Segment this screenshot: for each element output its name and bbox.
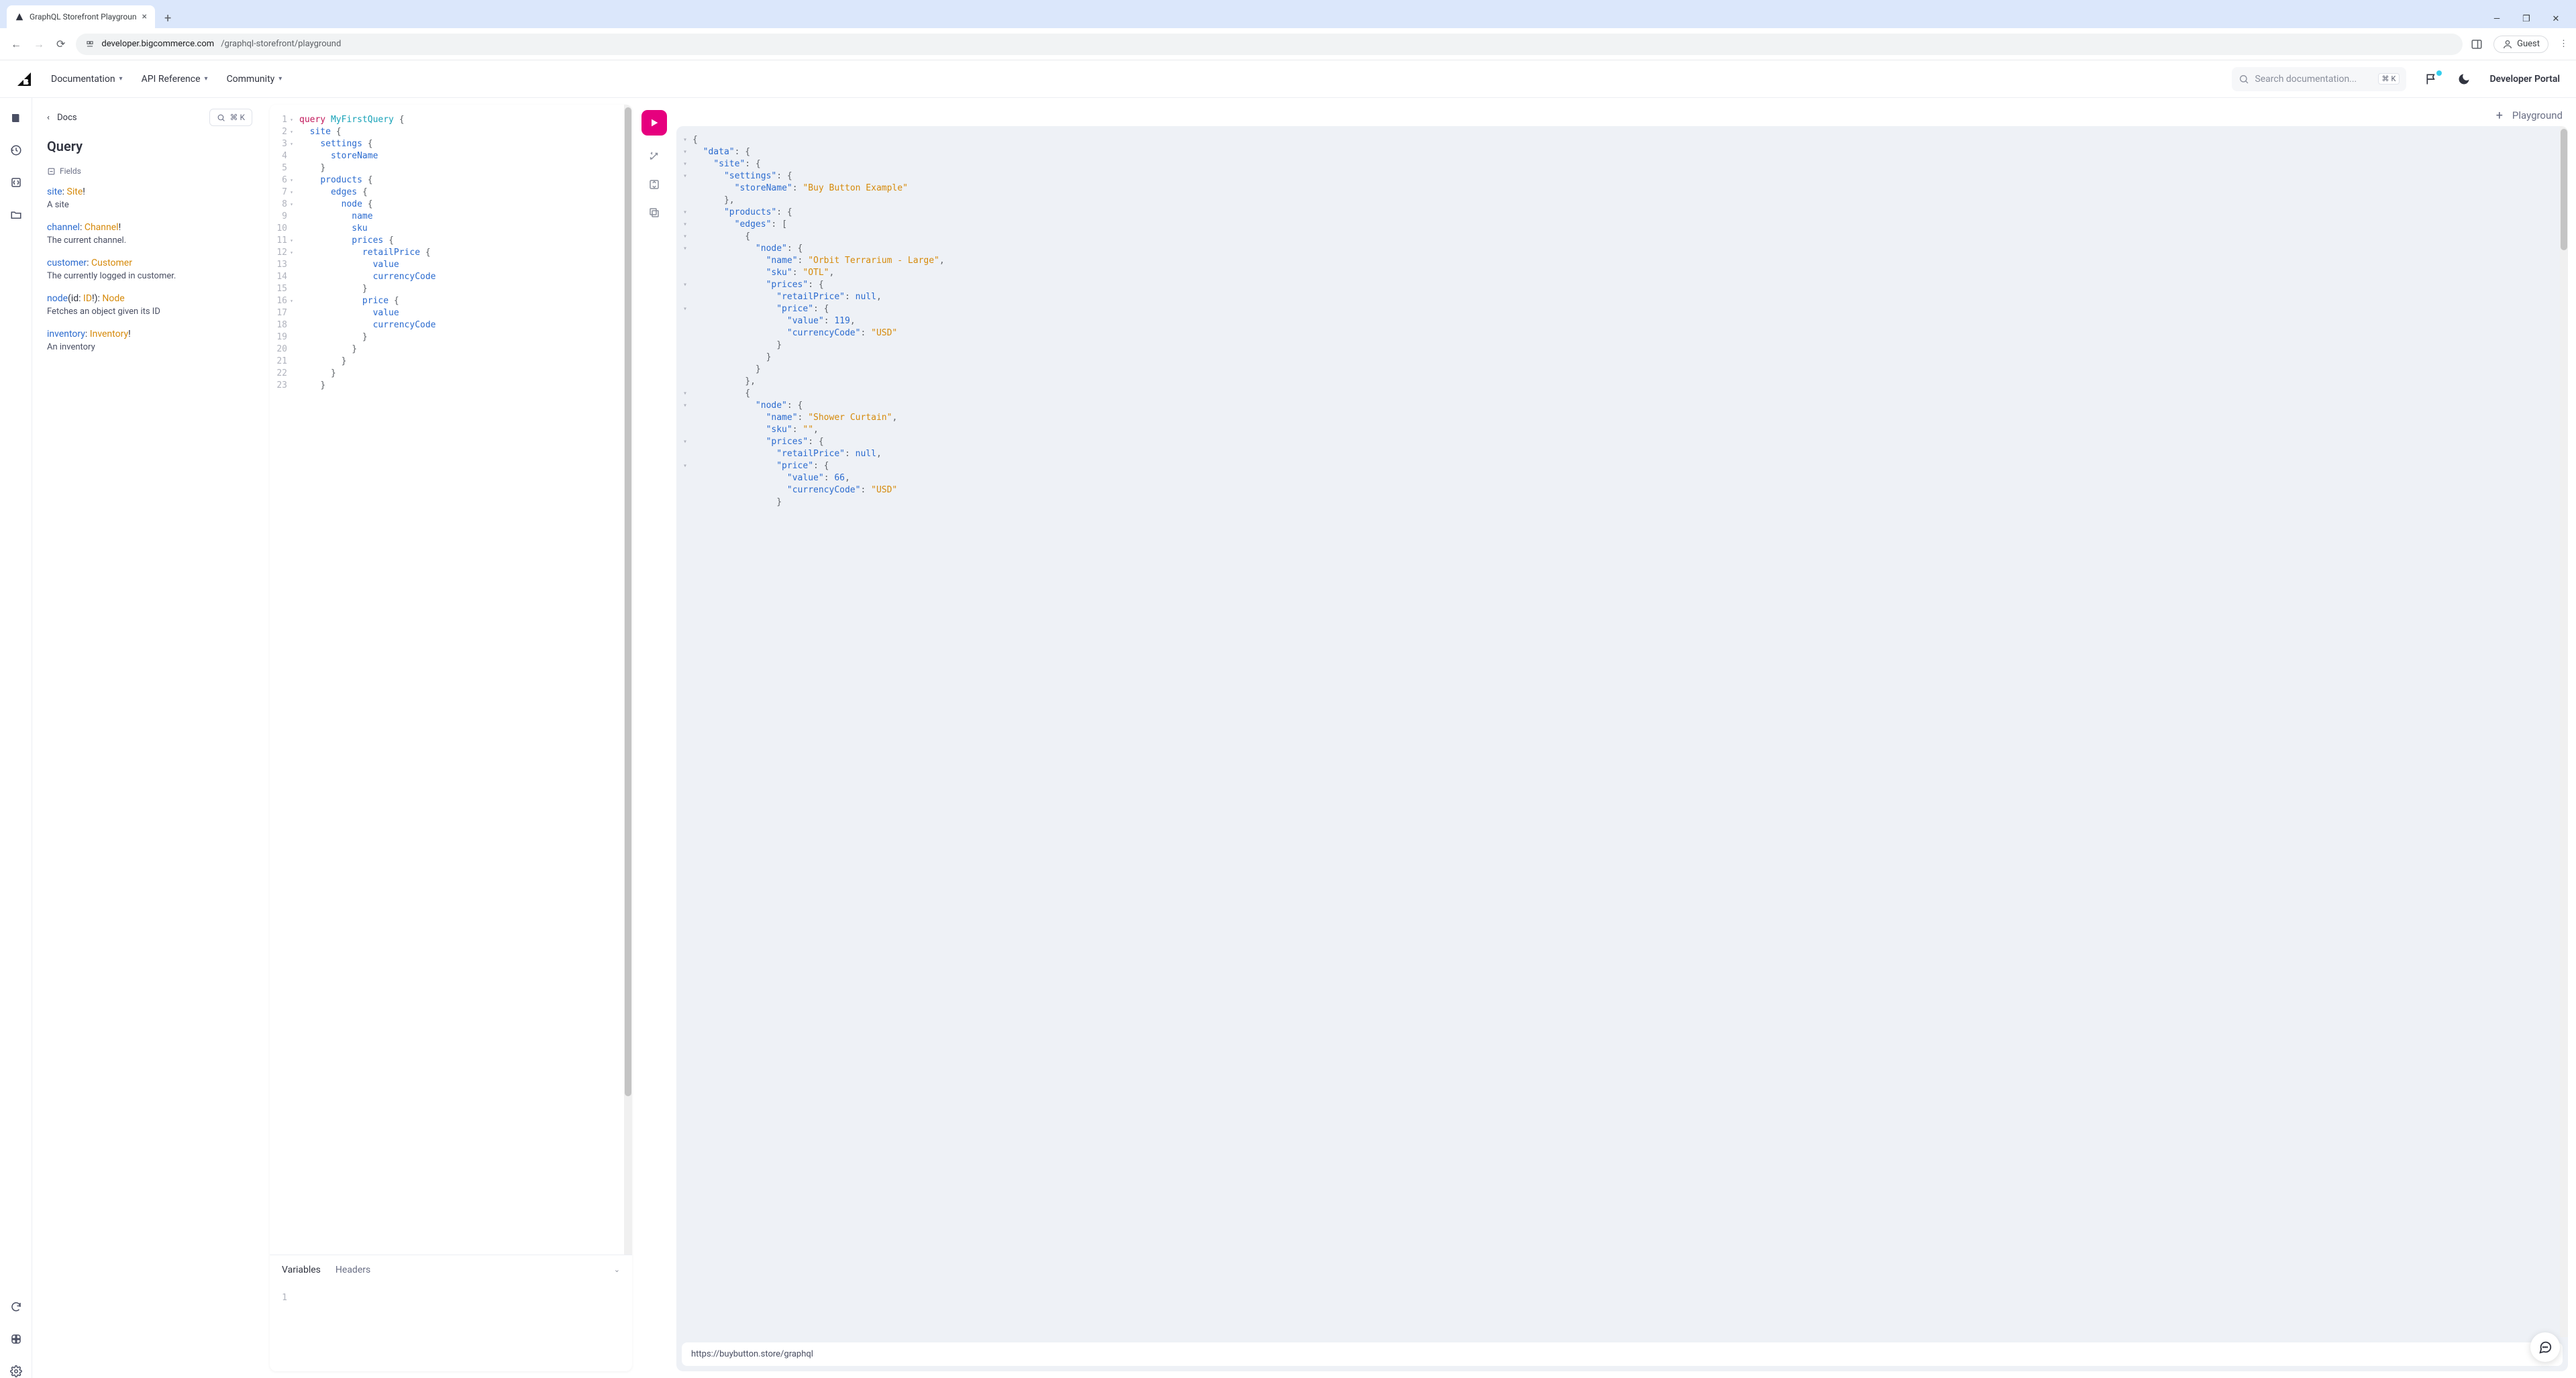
browser-chrome: GraphQL Storefront Playgroun × + — ❐ ✕ ←… [0,0,2576,60]
rail-history-icon[interactable] [9,144,23,157]
field-entry[interactable]: inventory: Inventory!An inventory [47,329,252,352]
tab-strip: GraphQL Storefront Playgroun × + — ❐ ✕ [0,0,2576,28]
main: ‹ Docs ⌘ K Query Fields site: Site!A sit… [0,98,2576,1378]
docs-sidebar: ‹ Docs ⌘ K Query Fields site: Site!A sit… [32,98,267,1378]
collapse-icon[interactable]: ⌄ [614,1265,620,1274]
new-tab-button[interactable]: + [158,9,178,28]
url-path: /graphql-storefront/playground [221,39,341,49]
nav-community[interactable]: Community▾ [227,74,282,85]
close-window-button[interactable]: ✕ [2549,14,2563,24]
add-tab-button[interactable]: + [2496,109,2503,123]
bigcommerce-logo-icon[interactable] [16,71,32,87]
run-button[interactable] [641,110,667,136]
reload-button[interactable]: ⟳ [56,38,65,51]
tab-headers[interactable]: Headers [336,1265,370,1275]
forward-button[interactable]: → [34,38,44,51]
playground-right: + Playground ▾▾▾▾▾▾▾▾▾▾▾▾▾▾ { "data": { … [676,105,2568,1371]
response-viewer[interactable]: { "data": { "site": { "settings": { "sto… [688,126,2560,1337]
search-icon [2238,74,2249,85]
chevron-down-icon: ▾ [119,75,123,83]
docs-back-link[interactable]: ‹ Docs [47,113,77,123]
editor-gutter: 1234567891011121314151617181920212223 [270,105,291,1255]
fields-toggle[interactable]: Fields [47,166,252,176]
panel-icon[interactable] [2468,36,2485,53]
tab-close-icon[interactable]: × [142,11,146,22]
editor-bottom-tabs: Variables Headers ⌄ [270,1255,632,1284]
query-editor-panel: 1234567891011121314151617181920212223 qu… [270,105,632,1371]
rail-refresh-icon[interactable] [9,1300,23,1314]
minimize-button[interactable]: — [2490,14,2504,24]
nav-links: Documentation▾ API Reference▾ Community▾ [51,74,282,85]
address-row: ← → ⟳ developer.bigcommerce.com/graphql-… [0,28,2576,60]
notifications-icon[interactable] [2425,72,2438,86]
search-placeholder: Search documentation... [2255,74,2357,85]
editor-scrollbar[interactable] [624,105,632,1255]
favicon-icon [15,12,24,21]
rail-settings-icon[interactable] [9,1365,23,1378]
chevron-down-icon: ▾ [205,75,208,83]
response-scrollbar[interactable] [2560,126,2568,1337]
window-controls: — ❐ ✕ [2490,14,2576,28]
chat-fab[interactable] [2530,1332,2560,1362]
playground: 1234567891011121314151617181920212223 qu… [267,98,2576,1378]
variables-editor[interactable]: 1 [270,1284,632,1371]
maximize-button[interactable]: ❐ [2520,14,2533,24]
prettify-icon[interactable] [647,149,662,164]
search-input[interactable]: Search documentation... ⌘K [2232,67,2406,91]
tab-title: GraphQL Storefront Playgroun [30,12,136,21]
search-shortcut-hint: ⌘K [2378,73,2400,85]
browser-right-icons: Guest ⋮ [2468,36,2571,53]
rail-shortcuts-icon[interactable] [9,1332,23,1346]
merge-icon[interactable] [647,177,662,192]
guest-profile[interactable]: Guest [2493,36,2548,53]
nav-documentation[interactable]: Documentation▾ [51,74,123,85]
copy-icon[interactable] [647,205,662,220]
response-gutter: ▾▾▾▾▾▾▾▾▾▾▾▾▾▾ [676,126,688,1337]
url-domain: developer.bigcommerce.com [101,39,214,49]
rail-docs-icon[interactable] [9,111,23,125]
response-panel: ▾▾▾▾▾▾▾▾▾▾▾▾▾▾ { "data": { "site": { "se… [676,126,2568,1371]
icon-rail [0,98,32,1378]
field-entry[interactable]: node(id: ID!): NodeFetches an object giv… [47,293,252,317]
notification-badge [2436,70,2442,76]
kebab-menu-icon[interactable]: ⋮ [2557,36,2571,52]
browser-tab[interactable]: GraphQL Storefront Playgroun × [7,5,155,28]
endpoint-input[interactable]: https://buybutton.store/graphql [682,1342,2563,1366]
tab-variables[interactable]: Variables [282,1265,321,1275]
site-info-icon[interactable] [85,40,95,49]
theme-toggle-icon[interactable] [2457,72,2471,86]
field-entry[interactable]: channel: Channel!The current channel. [47,222,252,246]
guest-label: Guest [2517,39,2540,49]
site-header: Documentation▾ API Reference▾ Community▾… [0,60,2576,98]
editor-pane: 1234567891011121314151617181920212223 qu… [270,105,632,1255]
developer-portal-link[interactable]: Developer Portal [2489,74,2560,85]
field-entry[interactable]: customer: CustomerThe currently logged i… [47,258,252,281]
playground-tabs-header: + Playground [676,105,2568,126]
field-entry[interactable]: site: Site!A site [47,187,252,210]
nav-api-reference[interactable]: API Reference▾ [142,74,208,85]
chevron-down-icon: ▾ [278,75,282,83]
chevron-left-icon: ‹ [47,113,50,123]
docs-title: Query [47,138,252,154]
address-bar[interactable]: developer.bigcommerce.com/graphql-storef… [76,34,2463,55]
playground-tab-label[interactable]: Playground [2512,109,2563,121]
rail-explorer-icon[interactable] [9,176,23,189]
nav-icons: ← → ⟳ [5,38,70,51]
action-column [639,105,670,1371]
sidebar-search-shortcut[interactable]: ⌘ K [209,109,252,126]
rail-folder-icon[interactable] [9,208,23,221]
back-button[interactable]: ← [11,38,21,51]
query-editor[interactable]: query MyFirstQuery { site { settings { s… [291,105,624,1255]
fields-list: site: Site!A site channel: Channel!The cu… [47,187,252,352]
